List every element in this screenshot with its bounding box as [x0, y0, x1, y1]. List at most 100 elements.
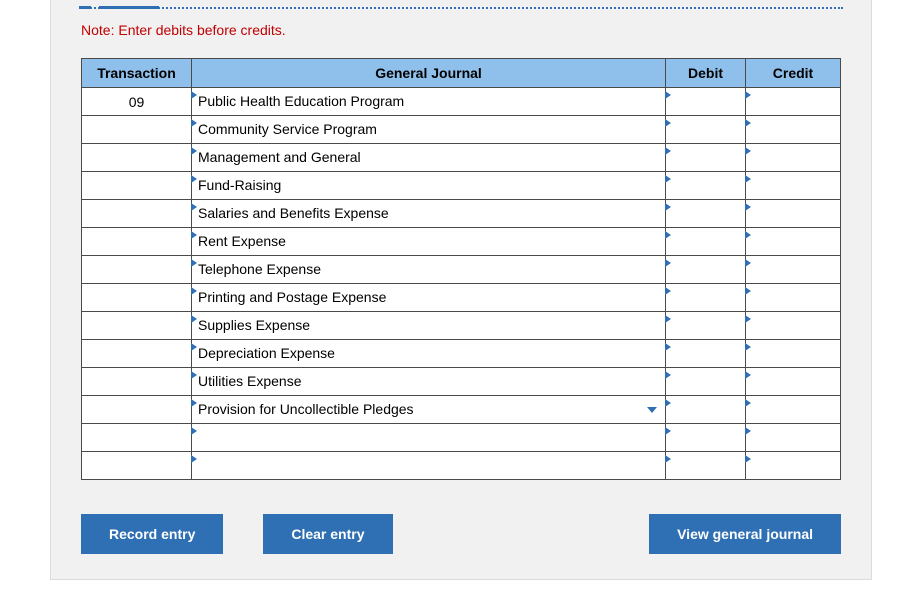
- debit-cell[interactable]: [666, 284, 746, 312]
- account-value: Provision for Uncollectible Pledges: [192, 396, 665, 422]
- debit-cell[interactable]: [666, 424, 746, 452]
- account-cell[interactable]: Supplies Expense: [192, 312, 666, 340]
- debit-cell[interactable]: [666, 116, 746, 144]
- field-marker-icon: [665, 455, 671, 463]
- credit-cell[interactable]: [746, 284, 841, 312]
- credit-cell[interactable]: [746, 312, 841, 340]
- field-marker-icon: [191, 231, 197, 239]
- field-marker-icon: [665, 231, 671, 239]
- field-marker-icon: [745, 203, 751, 211]
- credit-cell[interactable]: [746, 340, 841, 368]
- transaction-cell[interactable]: [82, 144, 192, 172]
- field-marker-icon: [191, 343, 197, 351]
- debit-cell[interactable]: [666, 396, 746, 424]
- account-cell[interactable]: Telephone Expense: [192, 256, 666, 284]
- table-row: Telephone Expense: [82, 256, 841, 284]
- account-value: Rent Expense: [192, 228, 665, 254]
- credit-cell[interactable]: [746, 228, 841, 256]
- account-value: Utilities Expense: [192, 368, 665, 394]
- credit-cell[interactable]: [746, 116, 841, 144]
- credit-cell[interactable]: [746, 144, 841, 172]
- field-marker-icon: [745, 399, 751, 407]
- account-value: Community Service Program: [192, 116, 665, 142]
- debit-cell[interactable]: [666, 228, 746, 256]
- field-marker-icon: [665, 287, 671, 295]
- field-marker-icon: [665, 399, 671, 407]
- debit-cell[interactable]: [666, 368, 746, 396]
- field-marker-icon: [191, 315, 197, 323]
- table-row: Fund-Raising: [82, 172, 841, 200]
- transaction-cell[interactable]: [82, 284, 192, 312]
- account-cell[interactable]: Depreciation Expense: [192, 340, 666, 368]
- account-value: Fund-Raising: [192, 172, 665, 198]
- table-row: [82, 452, 841, 480]
- debit-cell[interactable]: [666, 312, 746, 340]
- table-row: Supplies Expense: [82, 312, 841, 340]
- debit-cell[interactable]: [666, 88, 746, 116]
- th-general-journal: General Journal: [192, 59, 666, 88]
- credit-cell[interactable]: [746, 172, 841, 200]
- account-cell[interactable]: Provision for Uncollectible Pledges: [192, 396, 666, 424]
- account-cell[interactable]: Utilities Expense: [192, 368, 666, 396]
- account-cell[interactable]: Management and General: [192, 144, 666, 172]
- field-marker-icon: [191, 427, 197, 435]
- debit-cell[interactable]: [666, 340, 746, 368]
- chevron-down-icon[interactable]: [647, 407, 657, 413]
- transaction-cell[interactable]: [82, 228, 192, 256]
- field-marker-icon: [665, 203, 671, 211]
- debit-cell[interactable]: [666, 200, 746, 228]
- field-marker-icon: [665, 119, 671, 127]
- account-value: Supplies Expense: [192, 312, 665, 338]
- record-entry-button[interactable]: Record entry: [81, 514, 223, 554]
- account-cell[interactable]: Fund-Raising: [192, 172, 666, 200]
- journal-panel: Note: Enter debits before credits. Trans…: [50, 0, 872, 580]
- transaction-cell[interactable]: [82, 424, 192, 452]
- account-cell[interactable]: Community Service Program: [192, 116, 666, 144]
- account-cell[interactable]: [192, 424, 666, 452]
- field-marker-icon: [745, 119, 751, 127]
- transaction-cell[interactable]: [82, 312, 192, 340]
- clear-entry-button[interactable]: Clear entry: [263, 514, 392, 554]
- table-row: Rent Expense: [82, 228, 841, 256]
- account-cell[interactable]: Printing and Postage Expense: [192, 284, 666, 312]
- transaction-cell[interactable]: 09: [82, 88, 192, 116]
- transaction-cell[interactable]: [82, 116, 192, 144]
- debit-cell[interactable]: [666, 256, 746, 284]
- debit-cell[interactable]: [666, 144, 746, 172]
- credit-cell[interactable]: [746, 424, 841, 452]
- transaction-cell[interactable]: [82, 200, 192, 228]
- transaction-cell[interactable]: [82, 172, 192, 200]
- field-marker-icon: [665, 343, 671, 351]
- credit-cell[interactable]: [746, 88, 841, 116]
- transaction-cell[interactable]: [82, 452, 192, 480]
- credit-cell[interactable]: [746, 396, 841, 424]
- transaction-cell[interactable]: [82, 256, 192, 284]
- credit-cell[interactable]: [746, 200, 841, 228]
- transaction-cell[interactable]: [82, 396, 192, 424]
- credit-cell[interactable]: [746, 256, 841, 284]
- transaction-cell[interactable]: [82, 340, 192, 368]
- account-cell[interactable]: Rent Expense: [192, 228, 666, 256]
- account-cell[interactable]: [192, 452, 666, 480]
- debit-cell[interactable]: [666, 172, 746, 200]
- table-row: Management and General: [82, 144, 841, 172]
- credit-cell[interactable]: [746, 368, 841, 396]
- field-marker-icon: [191, 287, 197, 295]
- view-general-journal-button[interactable]: View general journal: [649, 514, 841, 554]
- field-marker-icon: [745, 455, 751, 463]
- table-row: Provision for Uncollectible Pledges: [82, 396, 841, 424]
- debit-cell[interactable]: [666, 452, 746, 480]
- field-marker-icon: [665, 427, 671, 435]
- field-marker-icon: [191, 371, 197, 379]
- credit-cell[interactable]: [746, 452, 841, 480]
- account-cell[interactable]: Public Health Education Program: [192, 88, 666, 116]
- field-marker-icon: [191, 91, 197, 99]
- table-row: Community Service Program: [82, 116, 841, 144]
- field-marker-icon: [191, 203, 197, 211]
- transaction-cell[interactable]: [82, 368, 192, 396]
- account-cell[interactable]: Salaries and Benefits Expense: [192, 200, 666, 228]
- field-marker-icon: [745, 287, 751, 295]
- table-row: Depreciation Expense: [82, 340, 841, 368]
- field-marker-icon: [745, 343, 751, 351]
- th-transaction: Transaction: [82, 59, 192, 88]
